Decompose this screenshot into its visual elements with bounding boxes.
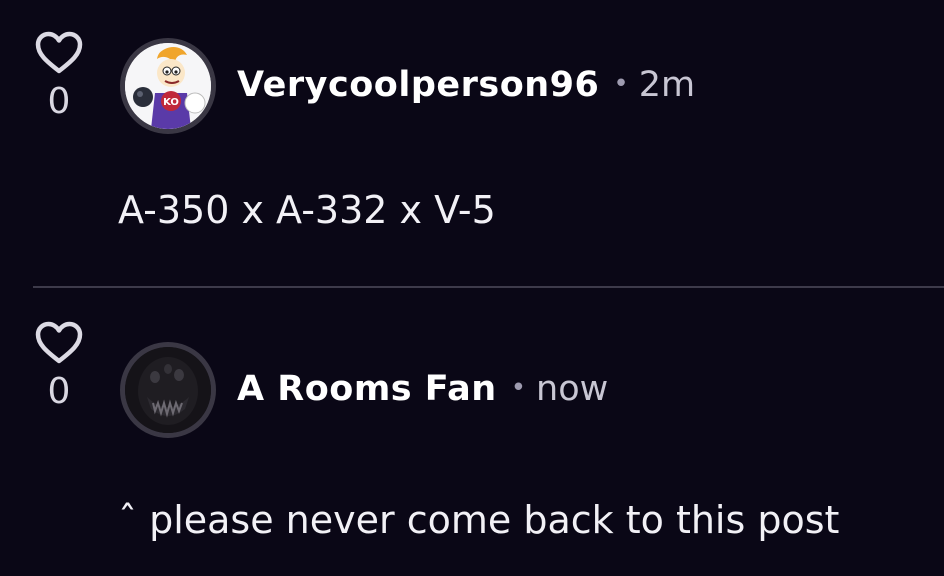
avatar[interactable]	[120, 342, 216, 438]
svg-text:KO: KO	[163, 97, 179, 108]
comment-divider	[33, 286, 944, 288]
like-count: 0	[47, 371, 71, 412]
comment-text: A-350 x A-332 x V-5	[118, 188, 496, 232]
avatar-image	[125, 347, 211, 433]
like-control[interactable]: 0	[30, 30, 88, 122]
separator-dot: •	[510, 373, 527, 403]
avatar-image: KO	[125, 43, 211, 129]
comment-text: ˆ please never come back to this post	[118, 498, 840, 542]
comment-item: 0 KO Verycoolperson96 • 2m A-350 x A-332 x…	[0, 0, 944, 288]
like-count: 0	[47, 81, 71, 122]
timestamp: now	[536, 369, 609, 409]
avatar[interactable]: KO	[120, 38, 216, 134]
comment-header: A Rooms Fan • now	[237, 366, 608, 411]
username[interactable]: A Rooms Fan	[237, 369, 497, 409]
comment-item: 0 A Rooms Fan • now ˆ please never come ba…	[0, 290, 944, 576]
separator-dot: •	[613, 69, 629, 99]
timestamp: 2m	[638, 65, 696, 105]
username[interactable]: Verycoolperson96	[237, 65, 599, 105]
like-control[interactable]: 0	[30, 320, 88, 412]
heart-icon[interactable]	[34, 320, 84, 366]
comment-header: Verycoolperson96 • 2m	[237, 62, 695, 107]
heart-icon[interactable]	[34, 30, 84, 76]
